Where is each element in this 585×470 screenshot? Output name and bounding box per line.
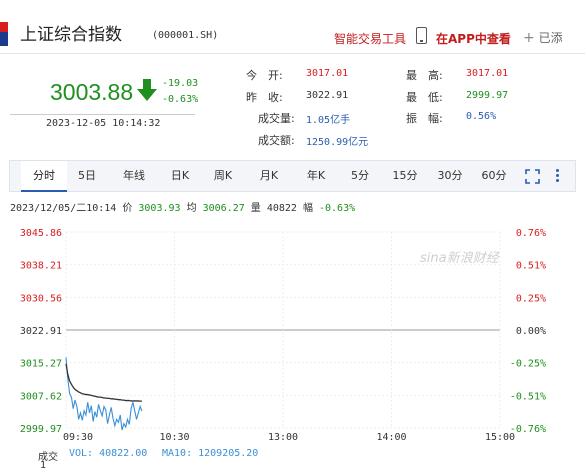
title-bar: 上证综合指数 (000001.SH) 智能交易工具 在APP中查看 + 已添 xyxy=(0,0,585,54)
stock-code: (000001.SH) xyxy=(152,30,219,41)
y-pct-tick-label: 0.25% xyxy=(516,293,546,304)
volume-value: 1.05亿手 xyxy=(306,115,351,126)
high-label: 最 高: xyxy=(406,69,443,82)
info-chg-label: 幅 xyxy=(302,203,313,214)
info-vol-label: 量 xyxy=(250,203,261,214)
chart-period-tabs: 分时 5日 年线 日K 周K 月K 年K 5分 15分 30分 60分 xyxy=(9,160,576,192)
quote-panel: 3003.88 -19.03 -0.63% 2023-12-05 10:14:3… xyxy=(0,54,585,154)
y-pct-tick-label: 0.00% xyxy=(516,326,546,337)
y-tick-label: 3038.21 xyxy=(20,261,62,272)
amplitude-label: 振 幅: xyxy=(406,112,443,125)
quote-time: 2023-12-05 10:14:32 xyxy=(46,118,161,129)
intraday-chart[interactable]: sina新浪财经 3045.86 3038.21 3030.56 3022.91 301… xyxy=(0,220,585,470)
x-tick-label: 14:00 xyxy=(376,432,406,443)
tab-daily-k[interactable]: 日K xyxy=(164,161,196,191)
x-tick-label: 10:30 xyxy=(159,432,189,443)
tab-weekly-k[interactable]: 周K xyxy=(207,161,239,191)
open-value: 3017.01 xyxy=(306,68,349,79)
view-in-app-link[interactable]: 在APP中查看 xyxy=(436,30,511,47)
low-label: 最 低: xyxy=(406,91,443,104)
page-title: 上证综合指数 xyxy=(20,25,122,45)
info-price-label: 价 xyxy=(122,203,133,214)
prev-close-label: 昨 收: xyxy=(246,91,283,104)
high-value: 3017.01 xyxy=(466,68,509,79)
y-tick-label: 3045.86 xyxy=(20,228,62,239)
y-pct-tick-label: -0.76% xyxy=(510,424,546,435)
fullscreen-icon[interactable] xyxy=(525,169,540,184)
y-tick-label: 3015.27 xyxy=(20,359,62,370)
volume-scale: 1 xyxy=(40,460,47,470)
prev-close-value: 3022.91 xyxy=(306,90,349,101)
smart-trading-tool-link[interactable]: 智能交易工具 xyxy=(334,30,406,47)
time-axis: 09:30 10:30 13:00 14:00 15:00 xyxy=(63,432,515,443)
cursor-info-line: 2023/12/05/二10:14 价 3003.93 均 3006.27 量 … xyxy=(10,199,355,214)
left-axis: 3045.86 3038.21 3030.56 3022.91 3015.27 3007.… xyxy=(20,228,62,435)
y-pct-tick-label: -0.51% xyxy=(510,391,546,402)
info-price: 3003.93 xyxy=(138,203,181,214)
price-change: -19.03 xyxy=(162,78,199,89)
add-watchlist-label: 已添 xyxy=(538,31,563,45)
amount-value: 1250.99亿元 xyxy=(306,137,369,148)
x-tick-label: 09:30 xyxy=(63,432,93,443)
y-pct-tick-label: -0.25% xyxy=(510,359,546,370)
ma10-readout: MA10: 1209205.20 xyxy=(162,448,259,459)
info-chg: -0.63% xyxy=(319,203,356,214)
info-avg: 3006.27 xyxy=(202,203,245,214)
open-label: 今 开: xyxy=(246,69,283,82)
plus-icon: + xyxy=(523,30,535,46)
right-axis: 0.76% 0.51% 0.25% 0.00% -0.25% -0.51% -0.76% xyxy=(510,228,546,435)
tab-yearly-k[interactable]: 年K xyxy=(298,161,334,191)
volume-label: 成交量: xyxy=(258,112,295,125)
price-change-pct: -0.63% xyxy=(162,94,199,105)
y-tick-label: 3030.56 xyxy=(20,293,62,304)
more-options-icon[interactable] xyxy=(555,167,561,185)
info-vol: 40822 xyxy=(266,203,297,214)
info-avg-label: 均 xyxy=(186,203,197,214)
y-tick-label: 3007.62 xyxy=(20,391,62,402)
low-value: 2999.97 xyxy=(466,90,509,101)
down-arrow-icon xyxy=(137,79,157,101)
price-line xyxy=(65,357,143,431)
price-change-block: -19.03 -0.63% xyxy=(162,76,198,108)
tab-30min[interactable]: 30分 xyxy=(433,161,467,191)
tab-monthly-k[interactable]: 月K xyxy=(253,161,285,191)
current-price: 3003.88 xyxy=(50,79,134,105)
x-tick-label: 15:00 xyxy=(485,432,515,443)
info-date: 2023/12/05/二10:14 xyxy=(10,203,117,214)
volume-readout: VOL: 40822.00 xyxy=(69,448,148,459)
y-tick-label: 3022.91 xyxy=(20,326,62,337)
add-watchlist-button[interactable]: + 已添 xyxy=(523,29,563,46)
tab-intraday[interactable]: 分时 xyxy=(21,161,67,192)
chart-series xyxy=(65,357,143,431)
y-pct-tick-label: 0.76% xyxy=(516,228,546,239)
brand-accent xyxy=(0,22,8,46)
tab-5min[interactable]: 5分 xyxy=(345,161,375,191)
x-tick-label: 13:00 xyxy=(268,432,298,443)
tab-5day[interactable]: 5日 xyxy=(72,161,102,191)
amount-label: 成交额: xyxy=(258,134,295,147)
sina-watermark: sina新浪财经 xyxy=(420,250,501,266)
tab-60min[interactable]: 60分 xyxy=(477,161,511,191)
tab-15min[interactable]: 15分 xyxy=(388,161,422,191)
phone-icon xyxy=(416,27,427,44)
y-pct-tick-label: 0.51% xyxy=(516,261,546,272)
tab-year-line[interactable]: 年线 xyxy=(114,161,154,191)
amplitude-value: 0.56% xyxy=(466,111,497,122)
divider xyxy=(10,114,195,115)
y-tick-label: 2999.97 xyxy=(20,424,62,435)
